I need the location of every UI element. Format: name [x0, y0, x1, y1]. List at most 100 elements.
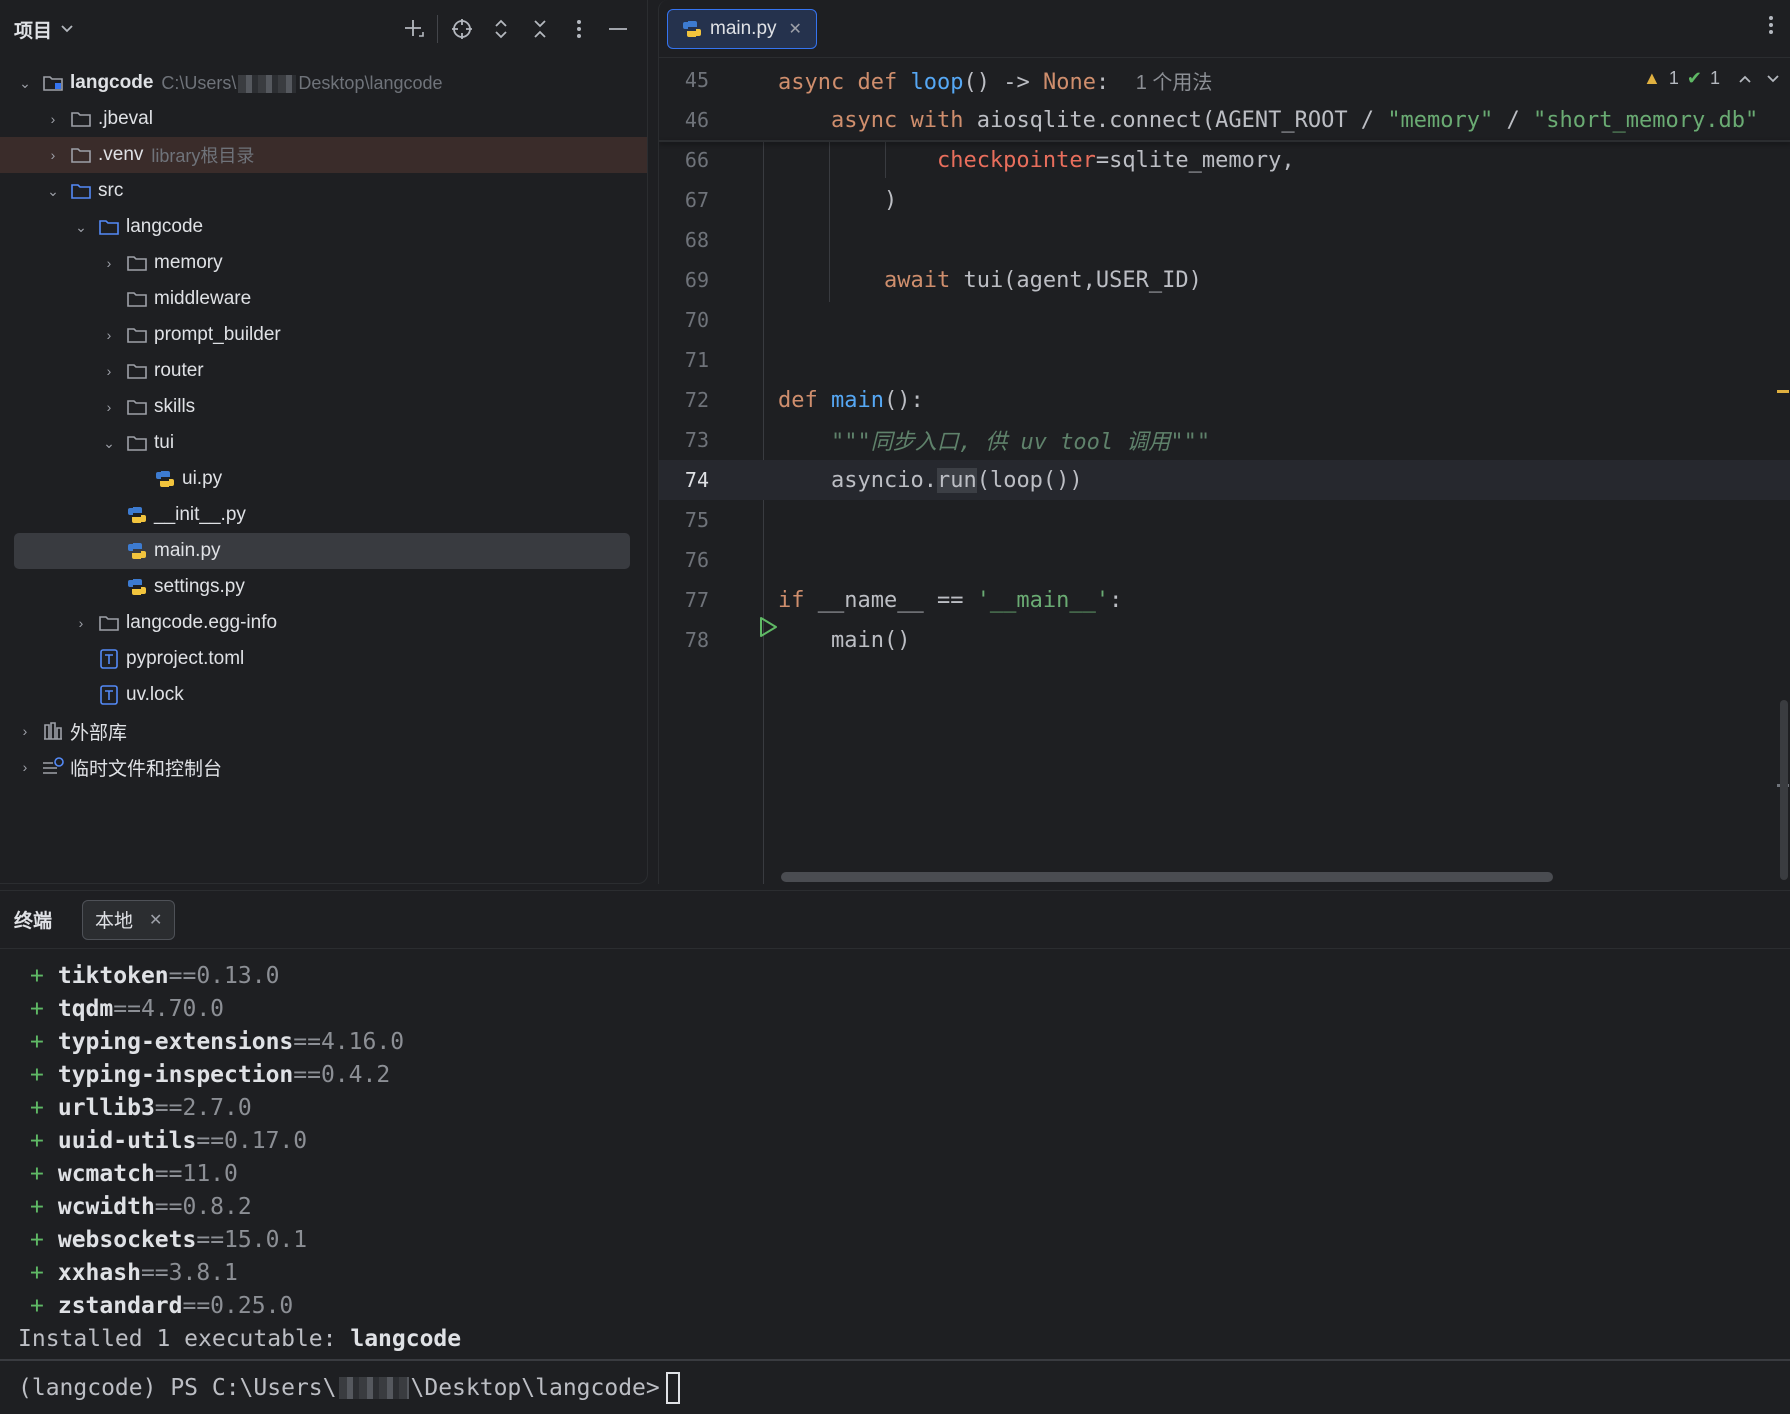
- vertical-scrollbar[interactable]: [1780, 700, 1788, 880]
- chevron-right-icon[interactable]: ›: [16, 723, 34, 739]
- tree-row-prompt-builder[interactable]: › prompt_builder: [0, 317, 647, 353]
- chevron-right-icon[interactable]: ›: [44, 111, 62, 127]
- tree-label: langcode.egg-info: [126, 612, 278, 633]
- chevron-down-icon[interactable]: ⌄: [16, 75, 34, 92]
- code-line-72[interactable]: 72 def main():: [659, 380, 1790, 420]
- close-icon[interactable]: ✕: [149, 910, 162, 930]
- close-icon[interactable]: ✕: [789, 19, 802, 39]
- terminal-divider: [0, 1359, 1790, 1361]
- inspections-widget[interactable]: ▲ 1 ✔ 1: [1643, 68, 1780, 89]
- code-line-69[interactable]: 69 await tui(agent,USER_ID): [659, 260, 1790, 300]
- folder-icon: [68, 108, 94, 130]
- plus-icon[interactable]: [394, 0, 433, 58]
- tree-label: tui: [154, 432, 175, 453]
- warning-stripe-marker[interactable]: [1777, 390, 1789, 393]
- tree-row-ui-py[interactable]: ui.py: [0, 461, 647, 497]
- chevron-down-icon[interactable]: ⌄: [72, 219, 90, 236]
- tree-row-project-root[interactable]: ⌄ langcode C:\Users\ Desktop\langcode: [0, 65, 647, 101]
- minimize-icon[interactable]: [598, 0, 637, 58]
- chevron-down-icon[interactable]: ⌄: [44, 183, 62, 200]
- terminal-line-installed: Installed 1 executable: langcode: [18, 1325, 462, 1352]
- project-title[interactable]: 项目: [14, 16, 52, 43]
- chevron-right-icon[interactable]: ›: [100, 255, 118, 271]
- chevron-right-icon[interactable]: ›: [100, 363, 118, 379]
- tree-row-init-py[interactable]: __init__.py: [0, 497, 647, 533]
- tree-row-src[interactable]: ⌄ src: [0, 173, 647, 209]
- tree-row-external-libraries[interactable]: › 外部库: [0, 713, 647, 749]
- line-number: 75: [684, 508, 709, 532]
- code-line-74[interactable]: 74 asyncio.run(loop()): [659, 460, 1790, 500]
- code-line-68[interactable]: 68: [659, 220, 1790, 260]
- chevron-down-icon[interactable]: ⌄: [100, 435, 118, 452]
- tree-row-langcode-pkg[interactable]: ⌄ langcode: [0, 209, 647, 245]
- more-vertical-icon[interactable]: [1768, 14, 1774, 42]
- tree-row-venv[interactable]: › .venv library根目录: [0, 137, 647, 173]
- tree-label: router: [154, 360, 204, 381]
- tree-row-main-py[interactable]: main.py: [14, 533, 630, 569]
- chevron-right-icon[interactable]: ›: [16, 759, 34, 775]
- line-number: 68: [684, 228, 709, 252]
- chevron-down-icon[interactable]: [1766, 68, 1780, 89]
- redacted-username: [338, 1377, 409, 1399]
- tree-row-settings-py[interactable]: settings.py: [0, 569, 647, 605]
- tree-row-tui[interactable]: ⌄ tui: [0, 425, 647, 461]
- tab-main-py[interactable]: main.py ✕: [667, 8, 817, 49]
- tree-row-skills[interactable]: › skills: [0, 389, 647, 425]
- source-folder-icon: [68, 180, 94, 202]
- code-line-71[interactable]: 71: [659, 340, 1790, 380]
- project-toolbar: [394, 0, 637, 58]
- code-area[interactable]: 45 async def loop() -> None: 1 个用法 46 as…: [659, 60, 1790, 884]
- expand-all-icon[interactable]: [481, 0, 520, 58]
- tree-label: memory: [154, 252, 223, 273]
- crosshair-icon[interactable]: [442, 0, 481, 58]
- tree-row-jbeval[interactable]: › .jbeval: [0, 101, 647, 137]
- toolbar-divider: [437, 15, 438, 43]
- code-line-76[interactable]: 76: [659, 540, 1790, 580]
- chevron-up-icon[interactable]: [1738, 68, 1752, 89]
- tree-row-router[interactable]: › router: [0, 353, 647, 389]
- chevron-right-icon[interactable]: ›: [100, 327, 118, 343]
- terminal-output[interactable]: + tiktoken ==0.13.0 + tqdm ==4.70.0 + typing-…: [18, 959, 461, 1355]
- terminal-prompt[interactable]: (langcode) PS C:\Users\ \Desktop\langcode…: [18, 1369, 680, 1407]
- tree-label: 外部库: [70, 722, 128, 744]
- code-line-46[interactable]: 46 async with aiosqlite.connect(AGENT_RO…: [659, 100, 1790, 140]
- code-line-77[interactable]: 77 if __name__ == '__main__':: [659, 580, 1790, 637]
- tree-label: middleware: [154, 288, 252, 309]
- line-number: 76: [684, 548, 709, 572]
- tree-row-pyproject[interactable]: pyproject.toml: [0, 641, 647, 677]
- tree-label: uv.lock: [126, 684, 184, 705]
- code-line-67[interactable]: 67 ): [659, 180, 1790, 220]
- redacted-username: [238, 74, 297, 93]
- code-line-70[interactable]: 70: [659, 300, 1790, 340]
- code-text: asyncio.run(loop()): [830, 467, 1083, 493]
- code-line-78[interactable]: 78 main(): [659, 620, 1790, 660]
- terminal-tab-local[interactable]: 本地 ✕: [82, 899, 176, 940]
- tree-row-egg-info[interactable]: › langcode.egg-info: [0, 605, 647, 641]
- code-line-75[interactable]: 75: [659, 500, 1790, 540]
- tree-row-scratches[interactable]: › 临时文件和控制台: [0, 749, 647, 785]
- tree-label: .jbeval: [98, 108, 153, 129]
- horizontal-scrollbar[interactable]: [781, 872, 1553, 882]
- collapse-all-icon[interactable]: [520, 0, 559, 58]
- tree-row-middleware[interactable]: middleware: [0, 281, 647, 317]
- terminal-line: + websockets ==15.0.1: [30, 1226, 308, 1253]
- code-line-73[interactable]: 73 """同步入口, 供 uv tool 调用""": [659, 420, 1790, 460]
- chevron-right-icon[interactable]: ›: [100, 399, 118, 415]
- chevron-right-icon[interactable]: ›: [44, 147, 62, 163]
- tree-row-uv-lock[interactable]: uv.lock: [0, 677, 647, 713]
- chevron-right-icon[interactable]: ›: [72, 615, 90, 631]
- code-text: await tui(agent,USER_ID): [883, 267, 1202, 293]
- line-number: 46: [684, 108, 709, 132]
- tree-row-memory[interactable]: › memory: [0, 245, 647, 281]
- more-vertical-icon[interactable]: [559, 0, 598, 58]
- usage-inlay-hint: 1 个用法: [1135, 71, 1213, 94]
- path-hint: C:\Users\ Desktop\langcode: [161, 72, 443, 93]
- terminal-panel: 终端 本地 ✕ + tiktoken ==0.13.0 + tqdm ==4.70.0 …: [0, 890, 1790, 1414]
- code-text: async def loop() -> None: 1 个用法: [778, 69, 1213, 95]
- code-line-66[interactable]: 66 checkpointer=sqlite_memory,: [659, 140, 1790, 180]
- folder-icon: [68, 144, 94, 166]
- code-editor: main.py ✕ ▲ 1 ✔ 1 45 async def loop() ->…: [658, 0, 1790, 884]
- chevron-down-icon[interactable]: [60, 21, 74, 37]
- code-line-45[interactable]: 45 async def loop() -> None: 1 个用法: [659, 60, 1790, 100]
- ok-count: 1: [1709, 68, 1720, 88]
